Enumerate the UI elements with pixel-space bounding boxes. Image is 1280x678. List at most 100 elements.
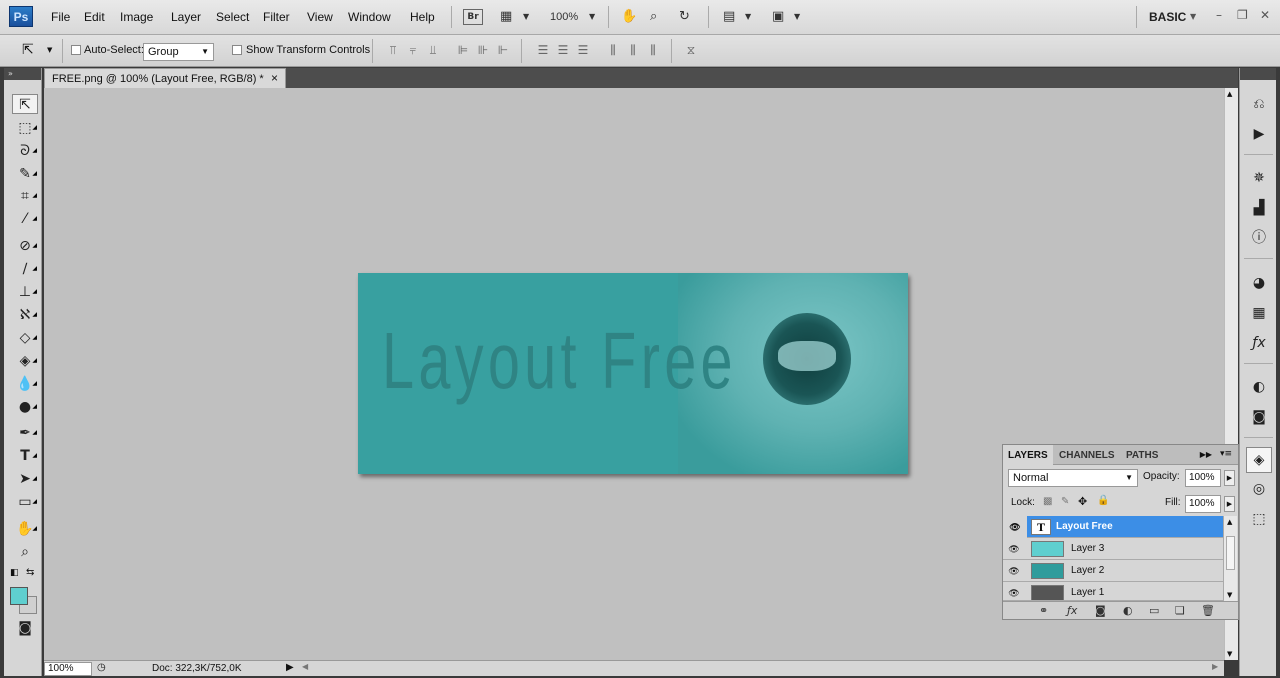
layer-row[interactable]: 👁 Layer 2 (1003, 560, 1223, 582)
lock-transparent-icon[interactable]: ▩ (1043, 496, 1052, 507)
zoom-tool-icon[interactable]: ⌕ (650, 9, 657, 25)
screen-mode-icon[interactable]: ▣ (772, 9, 784, 25)
histogram-icon[interactable]: ▟ (1249, 198, 1269, 218)
layer-row[interactable]: 👁 T Layout Free (1003, 516, 1223, 538)
align-top-icon[interactable]: ⫪ (385, 42, 401, 58)
styles-icon[interactable]: ƒx (1249, 333, 1269, 353)
new-group-icon[interactable]: ▭ (1149, 604, 1159, 617)
tab-paths[interactable]: PATHS (1121, 445, 1163, 465)
arrange-documents-icon[interactable]: ▤ (723, 9, 735, 25)
blend-mode-dropdown[interactable]: Normal ▼ (1008, 469, 1138, 487)
history-icon[interactable]: ⎌ (1249, 94, 1269, 114)
trash-icon[interactable]: 🗑 (1201, 604, 1215, 617)
scroll-right-icon[interactable]: ▶ (1212, 662, 1218, 671)
align-right-icon[interactable]: ⊩ (495, 42, 511, 58)
menu-select[interactable]: Select (216, 10, 249, 24)
opacity-slider-arrow-icon[interactable]: ▶ (1224, 470, 1235, 486)
zoom-level[interactable]: 100% (550, 9, 578, 25)
adjustments-icon[interactable]: ◐ (1249, 377, 1269, 397)
chevron-down-icon[interactable]: ▼ (794, 9, 800, 25)
foreground-color-swatch[interactable] (10, 587, 28, 605)
layers-scrollbar[interactable]: ▲ ▼ (1223, 516, 1237, 601)
scroll-up-icon[interactable]: ▲ (1227, 90, 1232, 98)
path-selection-tool-icon[interactable]: ➤ ◢ (12, 469, 38, 489)
clone-stamp-tool-icon[interactable]: ⊥ ◢ (12, 282, 38, 302)
expand-icon[interactable]: ▶▶ (1200, 450, 1212, 459)
bridge-button[interactable]: Br (463, 9, 483, 25)
close-icon[interactable]: × (271, 71, 278, 85)
fill-slider-arrow-icon[interactable]: ▶ (1224, 496, 1235, 512)
auto-select-dropdown[interactable]: Group ▼ (143, 43, 214, 61)
distribute-left-icon[interactable]: ⫼ (605, 42, 621, 58)
collapse-icon[interactable] (1240, 68, 1276, 80)
rotate-view-icon[interactable]: ↻ (679, 9, 690, 25)
link-layers-icon[interactable]: ⚭ (1039, 604, 1048, 617)
blur-tool-icon[interactable]: 💧 ◢ (12, 374, 38, 394)
align-hcenter-icon[interactable]: ⊪ (475, 42, 491, 58)
scroll-down-icon[interactable]: ▼ (1227, 591, 1232, 599)
document-tab[interactable]: FREE.png @ 100% (Layout Free, RGB/8) * × (44, 68, 286, 88)
move-tool-icon[interactable]: ⇱ (12, 94, 38, 114)
menu-window[interactable]: Window (348, 10, 391, 24)
eye-icon[interactable]: 👁 (1007, 542, 1021, 556)
fx-icon[interactable]: ƒx (1067, 604, 1077, 617)
menu-edit[interactable]: Edit (84, 10, 105, 24)
workspace-switcher[interactable]: BASIC (1149, 10, 1186, 24)
distribute-top-icon[interactable]: ☰ (535, 42, 551, 58)
hand-tool-icon[interactable]: ✋ (621, 9, 637, 25)
eraser-tool-icon[interactable]: ◇ ◢ (12, 328, 38, 348)
status-zoom-field[interactable]: 100% (44, 662, 92, 676)
type-tool-icon[interactable]: T ◢ (12, 446, 38, 466)
align-bottom-icon[interactable]: ⫫ (425, 42, 441, 58)
add-mask-icon[interactable]: ◙ (1095, 604, 1106, 617)
eyedropper-tool-icon[interactable]: ⁄ ◢ (12, 209, 38, 229)
adjustment-layer-icon[interactable]: ◐ (1123, 604, 1133, 617)
panel-menu-icon[interactable]: ▾≡ (1220, 449, 1232, 459)
chevron-down-icon[interactable]: ▼ (523, 9, 529, 25)
eye-icon[interactable]: 👁 (1007, 586, 1021, 600)
layer-row[interactable]: 👁 Layer 1 (1003, 582, 1223, 601)
actions-icon[interactable]: ▶ (1249, 124, 1269, 144)
shape-tool-icon[interactable]: ▭ ◢ (12, 492, 38, 512)
quick-mask-icon[interactable]: ◙ (12, 618, 38, 638)
menu-file[interactable]: File (51, 10, 70, 24)
scroll-left-icon[interactable]: ◀ (302, 662, 308, 671)
chevron-down-icon[interactable]: ▼ (745, 9, 751, 25)
lasso-tool-icon[interactable]: ᘐ ◢ (12, 141, 38, 161)
close-icon[interactable]: ✕ (1260, 8, 1270, 22)
swatches-icon[interactable]: ▦ (1249, 303, 1269, 323)
hand-tool-icon[interactable]: ✋ ◢ (12, 519, 38, 539)
scroll-thumb[interactable] (1226, 536, 1235, 570)
distribute-hcenter-icon[interactable]: ⫼ (625, 42, 641, 58)
minimize-icon[interactable]: – (1216, 8, 1222, 22)
channels-icon[interactable]: ◎ (1249, 479, 1269, 499)
document-canvas[interactable]: Layout Free (358, 273, 908, 474)
navigator-icon[interactable]: ✵ (1249, 168, 1269, 188)
default-colors-icon[interactable]: ◧ (10, 568, 19, 578)
align-left-icon[interactable]: ⊫ (455, 42, 471, 58)
scroll-up-icon[interactable]: ▲ (1227, 518, 1232, 526)
menu-help[interactable]: Help (410, 10, 435, 24)
timing-icon[interactable]: ◷ (97, 662, 106, 673)
history-brush-tool-icon[interactable]: ℵ ◢ (12, 305, 38, 325)
opacity-field[interactable]: 100% (1185, 469, 1221, 487)
pen-tool-icon[interactable]: ✒ ◢ (12, 423, 38, 443)
paint-bucket-tool-icon[interactable]: ◈ ◢ (12, 351, 38, 371)
lock-image-icon[interactable]: ✎ (1061, 496, 1069, 507)
auto-select-checkbox[interactable] (71, 45, 81, 55)
collapse-icon[interactable]: » (4, 68, 41, 80)
layer-row[interactable]: 👁 Layer 3 (1003, 538, 1223, 560)
scroll-down-icon[interactable]: ▼ (1227, 650, 1232, 658)
align-vcenter-icon[interactable]: ⫧ (405, 42, 421, 58)
distribute-vcenter-icon[interactable]: ☰ (555, 42, 571, 58)
fill-field[interactable]: 100% (1185, 495, 1221, 513)
menu-image[interactable]: Image (120, 10, 153, 24)
info-icon[interactable]: ⓘ (1249, 228, 1269, 248)
view-extras-icon[interactable]: ▦ (500, 9, 512, 25)
healing-brush-tool-icon[interactable]: ⊘ ◢ (12, 236, 38, 256)
auto-align-icon[interactable]: ⧖ (683, 42, 699, 58)
paths-icon[interactable]: ⬚ (1249, 509, 1269, 529)
chevron-down-icon[interactable]: ▼ (47, 46, 52, 54)
color-icon[interactable]: ◕ (1249, 273, 1269, 293)
status-menu-arrow-icon[interactable]: ▶ (286, 662, 294, 673)
